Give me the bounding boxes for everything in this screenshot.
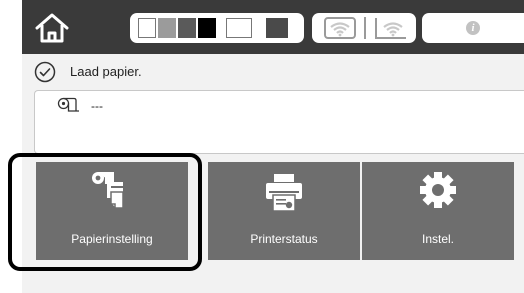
ink-cartridge-5 <box>226 18 252 38</box>
ink-cartridge-2 <box>158 18 176 38</box>
network-separator <box>364 17 366 39</box>
printer-status-icon <box>266 174 302 212</box>
info-button[interactable]: i <box>422 13 524 43</box>
ink-cartridge-4 <box>198 18 216 38</box>
paper-info-value: --- <box>91 99 103 113</box>
network-status[interactable] <box>312 13 416 43</box>
settings-label: Instel. <box>421 232 454 246</box>
info-icon: i <box>466 21 480 35</box>
selection-highlight <box>8 153 202 271</box>
home-icon <box>35 13 69 43</box>
status-message: Laad papier. <box>22 54 524 90</box>
settings-button[interactable]: Instel. <box>362 162 514 260</box>
ink-cartridge-3 <box>178 18 196 38</box>
paper-info-panel[interactable]: --- <box>34 90 524 154</box>
status-message-text: Laad papier. <box>70 64 142 79</box>
gear-icon <box>420 172 456 208</box>
check-circle-icon <box>34 61 56 83</box>
roll-paper-icon <box>57 97 79 112</box>
printer-status-button[interactable]: Printerstatus <box>208 162 360 260</box>
ink-cartridge-1 <box>138 18 156 38</box>
printer-status-label: Printerstatus <box>250 232 318 246</box>
status-bar: i <box>22 0 524 54</box>
ink-levels[interactable] <box>130 13 304 43</box>
wifi-icon <box>324 17 356 39</box>
ink-cartridge-6 <box>266 18 288 38</box>
wifi-direct-icon <box>375 18 406 39</box>
home-button[interactable] <box>24 7 80 49</box>
